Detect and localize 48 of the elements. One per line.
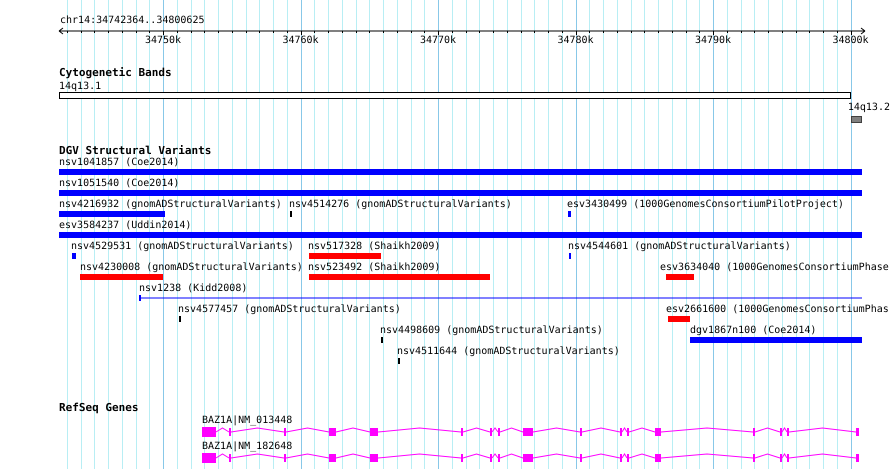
gene-model-drawing[interactable] — [200, 427, 862, 437]
variant-label: nsv1238 (Kidd2008) — [139, 283, 248, 294]
ruler-tick-label: 34770k — [420, 35, 456, 46]
variant-label: nsv4544601 (gnomADStructuralVariants) — [568, 241, 791, 252]
variant-label: nsv4577457 (gnomADStructuralVariants) — [178, 304, 401, 315]
variant-label: esv2661600 (1000GenomesConsortiumPhas — [666, 304, 889, 315]
variant-label: nsv4216932 (gnomADStructuralVariants) — [59, 199, 282, 210]
variant-bar[interactable] — [59, 232, 862, 238]
variant-bar[interactable] — [690, 337, 862, 343]
variant-label: nsv4230008 (gnomADStructuralVariants) — [80, 262, 303, 273]
variant-label: nsv4498609 (gnomADStructuralVariants) — [380, 325, 603, 336]
variant-bar[interactable] — [568, 211, 571, 217]
gene-label: BAZ1A|NM_182648 — [202, 441, 292, 452]
ruler-tick-label: 34800k — [832, 35, 869, 46]
variant-span-line[interactable] — [139, 295, 862, 301]
band-label: 14q13.1 — [59, 81, 102, 92]
track-title: Cytogenetic Bands — [59, 67, 172, 79]
track-title: RefSeq Genes — [59, 402, 138, 414]
variant-bar[interactable] — [309, 253, 381, 259]
variant-label: nsv523492 (Shaikh2009) — [308, 262, 440, 273]
band-label: 14q13.2 — [848, 102, 890, 113]
variant-bar[interactable] — [59, 169, 862, 175]
band-bar[interactable] — [59, 92, 851, 99]
track-title: DGV Structural Variants — [59, 145, 212, 157]
variant-label: nsv1051540 (Coe2014) — [59, 178, 180, 189]
variant-bar[interactable] — [80, 274, 163, 280]
variant-label: esv3634040 (1000GenomesConsortiumPhase — [660, 262, 889, 273]
variant-label: nsv1041857 (Coe2014) — [59, 157, 180, 168]
ruler-tick-label: 34780k — [557, 35, 594, 46]
variant-label: nsv517328 (Shaikh2009) — [308, 241, 440, 252]
variant-bar[interactable] — [59, 211, 165, 217]
variant-label: nsv4514276 (gnomADStructuralVariants) — [289, 199, 512, 210]
variant-bar[interactable] — [72, 253, 76, 259]
variant-label: esv3430499 (1000GenomesConsortiumPilotProject) — [567, 199, 844, 210]
variant-label: nsv4511644 (gnomADStructuralVariants) — [397, 346, 620, 357]
variant-bar[interactable] — [668, 316, 690, 322]
location-label: chr14:34742364..34800625 — [60, 15, 204, 26]
variant-bar[interactable] — [309, 274, 490, 280]
ruler-tick-label: 34790k — [694, 35, 732, 46]
gene-label: BAZ1A|NM_013448 — [202, 415, 292, 426]
variant-label: dgv1867n100 (Coe2014) — [690, 325, 816, 336]
ruler-tick-label: 34750k — [144, 35, 182, 46]
variant-bar[interactable] — [666, 274, 694, 280]
gene-model-drawing[interactable] — [200, 453, 862, 463]
variant-label: esv3584237 (Uddin2014) — [59, 220, 192, 231]
variant-label: nsv4529531 (gnomADStructuralVariants) — [71, 241, 294, 252]
variant-bar[interactable] — [59, 190, 862, 196]
ruler-tick-label: 34760k — [282, 35, 319, 46]
